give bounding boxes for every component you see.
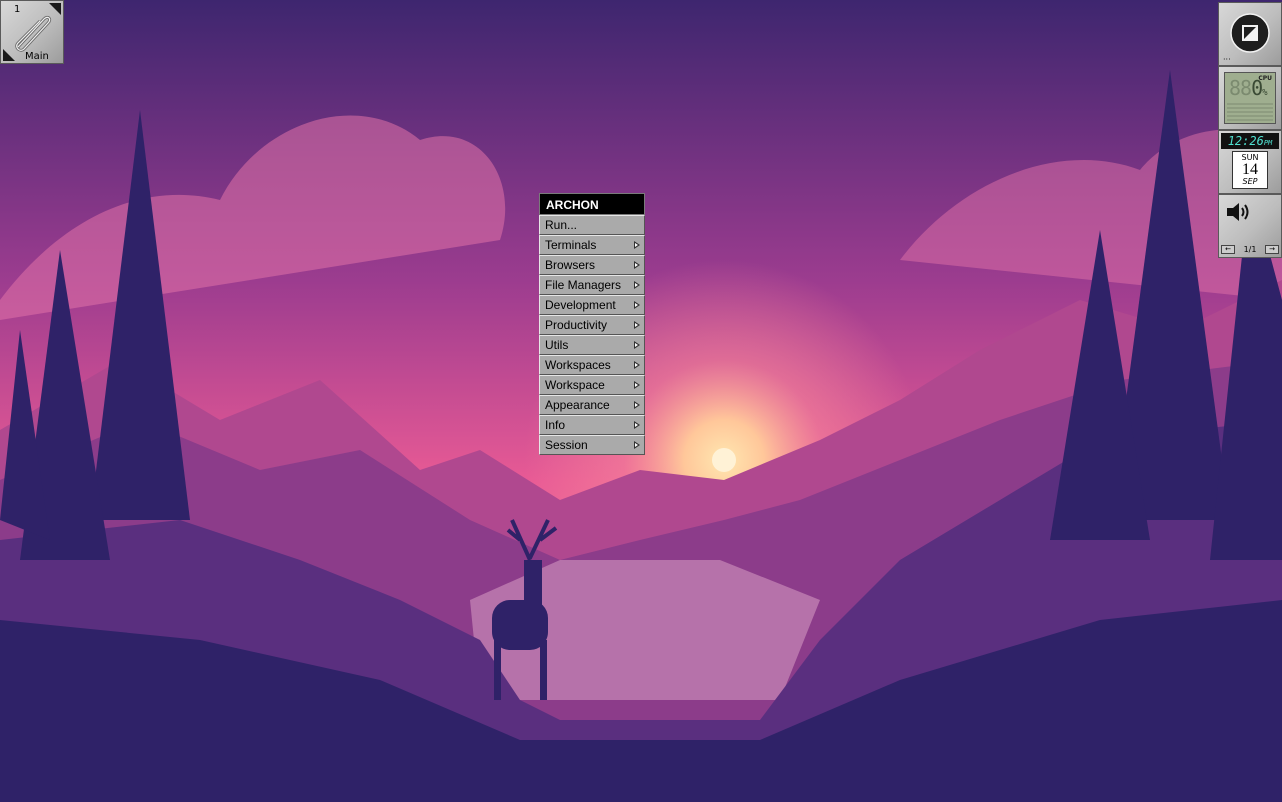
menu-item-productivity[interactable]: Productivity bbox=[539, 315, 645, 335]
next-page-button[interactable]: → bbox=[1265, 245, 1279, 254]
menu-item-workspaces[interactable]: Workspaces bbox=[539, 355, 645, 375]
menu-item-development[interactable]: Development bbox=[539, 295, 645, 315]
cpu-graph bbox=[1227, 101, 1273, 121]
volume-tile[interactable]: ← 1/1 → bbox=[1218, 194, 1282, 258]
speaker-icon[interactable] bbox=[1225, 201, 1253, 223]
windowmaker-logo-icon bbox=[1230, 13, 1270, 53]
menu-item-label: Terminals bbox=[545, 238, 597, 252]
dock-logo-tile[interactable]: ··· bbox=[1218, 2, 1282, 66]
menu-item-session[interactable]: Session bbox=[539, 435, 645, 455]
menu-item-browsers[interactable]: Browsers bbox=[539, 255, 645, 275]
calendar-day: 14 bbox=[1242, 161, 1258, 178]
page-indicator: 1/1 bbox=[1243, 245, 1257, 254]
submenu-arrow-icon bbox=[634, 361, 640, 369]
workspace-name: Main bbox=[25, 51, 49, 62]
cpu-value: 880% bbox=[1229, 76, 1268, 100]
submenu-arrow-icon bbox=[634, 261, 640, 269]
menu-item-appearance[interactable]: Appearance bbox=[539, 395, 645, 415]
volume-pager: ← 1/1 → bbox=[1221, 245, 1279, 255]
submenu-arrow-icon bbox=[634, 341, 640, 349]
previous-workspace-arrow[interactable] bbox=[3, 49, 15, 61]
submenu-arrow-icon bbox=[634, 281, 640, 289]
previous-page-button[interactable]: ← bbox=[1221, 245, 1235, 254]
menu-item-run[interactable]: Run... bbox=[539, 215, 645, 235]
calendar-date: SUN 14 SEP bbox=[1232, 151, 1268, 189]
menu-item-label: Workspace bbox=[545, 378, 605, 392]
cpu-monitor-tile[interactable]: CPU 880% bbox=[1218, 66, 1282, 130]
menu-item-info[interactable]: Info bbox=[539, 415, 645, 435]
menu-item-label: Workspaces bbox=[545, 358, 611, 372]
clock-tile[interactable]: 12:26PM SUN 14 SEP bbox=[1218, 130, 1282, 194]
menu-item-label: File Managers bbox=[545, 278, 622, 292]
calendar-month: SEP bbox=[1242, 177, 1258, 186]
menu-item-label: Appearance bbox=[545, 398, 610, 412]
menu-items: Run... Terminals Browsers File Managers Deve… bbox=[539, 215, 645, 455]
submenu-arrow-icon bbox=[634, 321, 640, 329]
menu-item-label: Development bbox=[545, 298, 616, 312]
menu-item-label: Session bbox=[545, 438, 588, 452]
menu-item-terminals[interactable]: Terminals bbox=[539, 235, 645, 255]
menu-item-label: Info bbox=[545, 418, 566, 432]
submenu-arrow-icon bbox=[634, 441, 640, 449]
submenu-arrow-icon bbox=[634, 241, 640, 249]
menu-item-label: Browsers bbox=[545, 258, 596, 272]
submenu-arrow-icon bbox=[634, 381, 640, 389]
submenu-arrow-icon bbox=[634, 401, 640, 409]
menu-item-label: Productivity bbox=[545, 318, 608, 332]
menu-title[interactable]: ARCHON bbox=[539, 193, 645, 215]
paperclip-icon bbox=[15, 15, 52, 52]
menu-item-utils[interactable]: Utils bbox=[539, 335, 645, 355]
cpu-display: CPU 880% bbox=[1224, 72, 1276, 124]
workspace-clip[interactable]: 1 Main bbox=[0, 0, 64, 64]
root-menu: ARCHON Run... Terminals Browsers File Manag… bbox=[539, 193, 645, 455]
next-workspace-arrow[interactable] bbox=[49, 3, 61, 15]
menu-item-label: Utils bbox=[545, 338, 569, 352]
submenu-arrow-icon bbox=[634, 301, 640, 309]
submenu-arrow-icon bbox=[634, 421, 640, 429]
menu-item-workspace[interactable]: Workspace bbox=[539, 375, 645, 395]
clock-time: 12:26PM bbox=[1221, 133, 1279, 149]
menu-item-file-managers[interactable]: File Managers bbox=[539, 275, 645, 295]
appicon-dots: ··· bbox=[1223, 55, 1231, 64]
menu-item-label: Run... bbox=[545, 218, 578, 232]
